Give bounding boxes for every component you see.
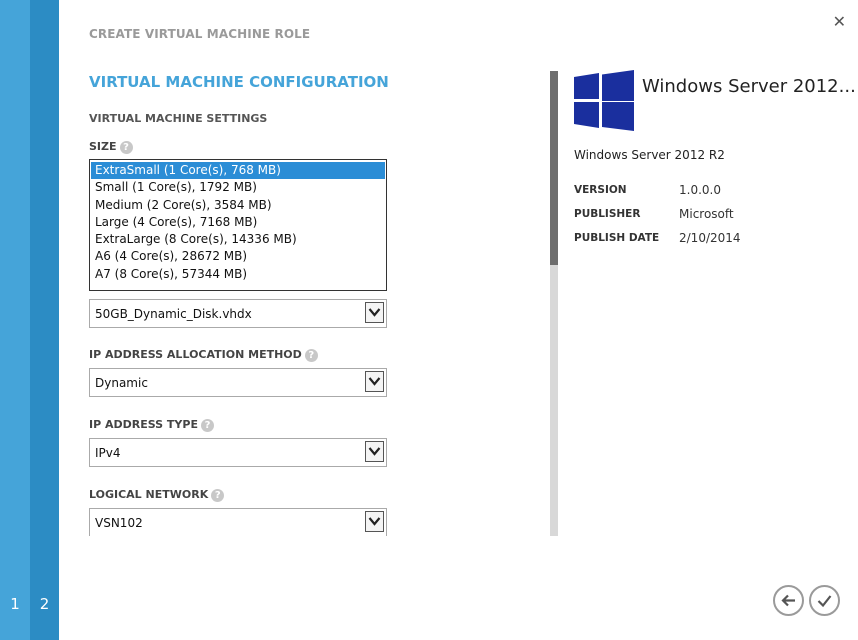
close-icon[interactable]: ✕ bbox=[833, 12, 846, 31]
chevron-down-icon[interactable] bbox=[365, 511, 384, 532]
logical-network-label: LOGICAL NETWORK? bbox=[89, 488, 225, 502]
step-rail-1 bbox=[0, 0, 30, 640]
template-full-name: Windows Server 2012 R2 bbox=[574, 148, 725, 162]
size-label-text: SIZE bbox=[89, 140, 117, 153]
logical-network-value: VSN102 bbox=[95, 516, 143, 530]
size-option[interactable]: ExtraLarge (8 Core(s), 14336 MB) bbox=[91, 231, 385, 248]
ip-allocation-select[interactable]: Dynamic bbox=[89, 368, 387, 397]
checkmark-icon bbox=[817, 595, 832, 608]
disk-select[interactable]: 50GB_Dynamic_Disk.vhdx bbox=[89, 299, 387, 328]
back-button[interactable] bbox=[773, 585, 804, 616]
size-option[interactable]: Small (1 Core(s), 1792 MB) bbox=[91, 179, 385, 196]
ip-type-value: IPv4 bbox=[95, 446, 121, 460]
help-icon[interactable]: ? bbox=[304, 348, 318, 362]
publish-date-value: 2/10/2014 bbox=[679, 231, 741, 245]
chevron-down-icon[interactable] bbox=[365, 441, 384, 462]
version-value: 1.0.0.0 bbox=[679, 183, 721, 197]
size-option[interactable]: Large (4 Core(s), 7168 MB) bbox=[91, 214, 385, 231]
help-icon[interactable]: ? bbox=[119, 140, 133, 154]
step-2-indicator[interactable]: 2 bbox=[30, 595, 59, 613]
logical-network-select[interactable]: VSN102 bbox=[89, 508, 387, 536]
step-1-indicator[interactable]: 1 bbox=[0, 595, 30, 613]
finish-button[interactable] bbox=[809, 585, 840, 616]
disk-select-value: 50GB_Dynamic_Disk.vhdx bbox=[95, 307, 252, 321]
ip-allocation-value: Dynamic bbox=[95, 376, 148, 390]
size-option[interactable]: A6 (4 Core(s), 28672 MB) bbox=[91, 248, 385, 265]
size-option[interactable]: A7 (8 Core(s), 57344 MB) bbox=[91, 266, 385, 283]
ip-type-label: IP ADDRESS TYPE? bbox=[89, 418, 214, 432]
windows-logo-icon bbox=[574, 70, 634, 131]
ip-type-label-text: IP ADDRESS TYPE bbox=[89, 418, 198, 431]
logical-network-label-text: LOGICAL NETWORK bbox=[89, 488, 209, 501]
size-label: SIZE? bbox=[89, 140, 133, 154]
help-icon[interactable]: ? bbox=[211, 488, 225, 502]
size-option[interactable]: ExtraSmall (1 Core(s), 768 MB) bbox=[91, 162, 385, 180]
section-title: VIRTUAL MACHINE CONFIGURATION bbox=[89, 73, 389, 91]
publisher-value: Microsoft bbox=[679, 207, 734, 221]
group-title: VIRTUAL MACHINE SETTINGS bbox=[89, 112, 268, 125]
ip-allocation-label: IP ADDRESS ALLOCATION METHOD? bbox=[89, 348, 318, 362]
publisher-label: PUBLISHER bbox=[574, 208, 641, 220]
template-title: Windows Server 2012... bbox=[642, 76, 856, 97]
size-option[interactable]: Medium (2 Core(s), 3584 MB) bbox=[91, 197, 385, 214]
back-arrow-icon bbox=[781, 594, 795, 607]
help-icon[interactable]: ? bbox=[200, 418, 214, 432]
step-rail-2 bbox=[30, 0, 59, 640]
ip-type-select[interactable]: IPv4 bbox=[89, 438, 387, 467]
wizard-title: CREATE VIRTUAL MACHINE ROLE bbox=[89, 27, 311, 41]
chevron-down-icon[interactable] bbox=[365, 302, 384, 323]
scrollbar-thumb[interactable] bbox=[550, 71, 558, 265]
size-listbox[interactable]: ExtraSmall (1 Core(s), 768 MB) Small (1 … bbox=[89, 159, 387, 291]
publish-date-label: PUBLISH DATE bbox=[574, 232, 660, 244]
version-label: VERSION bbox=[574, 184, 627, 196]
chevron-down-icon[interactable] bbox=[365, 371, 384, 392]
ip-allocation-label-text: IP ADDRESS ALLOCATION METHOD bbox=[89, 348, 302, 361]
